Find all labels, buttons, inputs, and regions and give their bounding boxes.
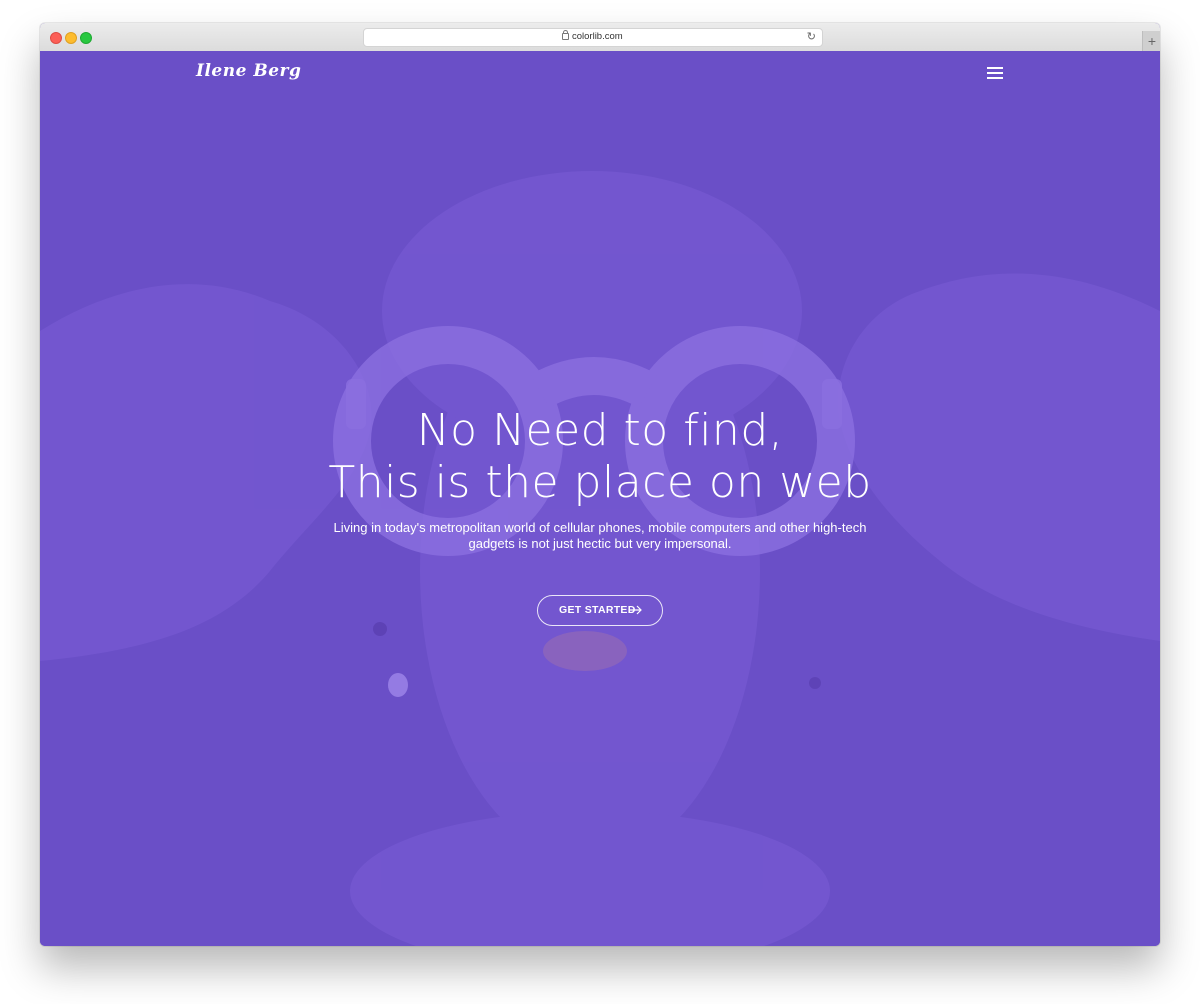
menu-bar (987, 72, 1003, 74)
get-started-label: GET STARTED (559, 604, 636, 616)
reload-icon[interactable]: ↻ (807, 30, 816, 43)
hero-headline-line2: This is the place on web (328, 457, 872, 508)
minimize-window-button[interactable] (65, 32, 77, 44)
new-tab-button[interactable]: + (1142, 31, 1160, 51)
site-logo[interactable]: Ilene Berg (196, 61, 301, 81)
arrow-right-icon (630, 605, 642, 615)
get-started-button[interactable]: GET STARTED (537, 595, 663, 626)
maximize-window-button[interactable] (80, 32, 92, 44)
address-bar[interactable]: colorlib.com ↻ (363, 28, 823, 47)
browser-window: colorlib.com ↻ + Ilene Berg No Need to f… (40, 23, 1160, 946)
menu-bar (987, 77, 1003, 79)
browser-titlebar: colorlib.com ↻ + (40, 23, 1160, 52)
hero-section: Ilene Berg No Need to find, This is the … (40, 51, 1160, 946)
close-window-button[interactable] (50, 32, 62, 44)
menu-bar (987, 67, 1003, 69)
url-text: colorlib.com (572, 31, 623, 42)
lock-icon (562, 30, 569, 40)
hero-headline-line1: No Need to find, (416, 405, 784, 456)
menu-icon[interactable] (987, 67, 1003, 79)
hero-subtext: Living in today's metropolitan world of … (333, 520, 867, 551)
